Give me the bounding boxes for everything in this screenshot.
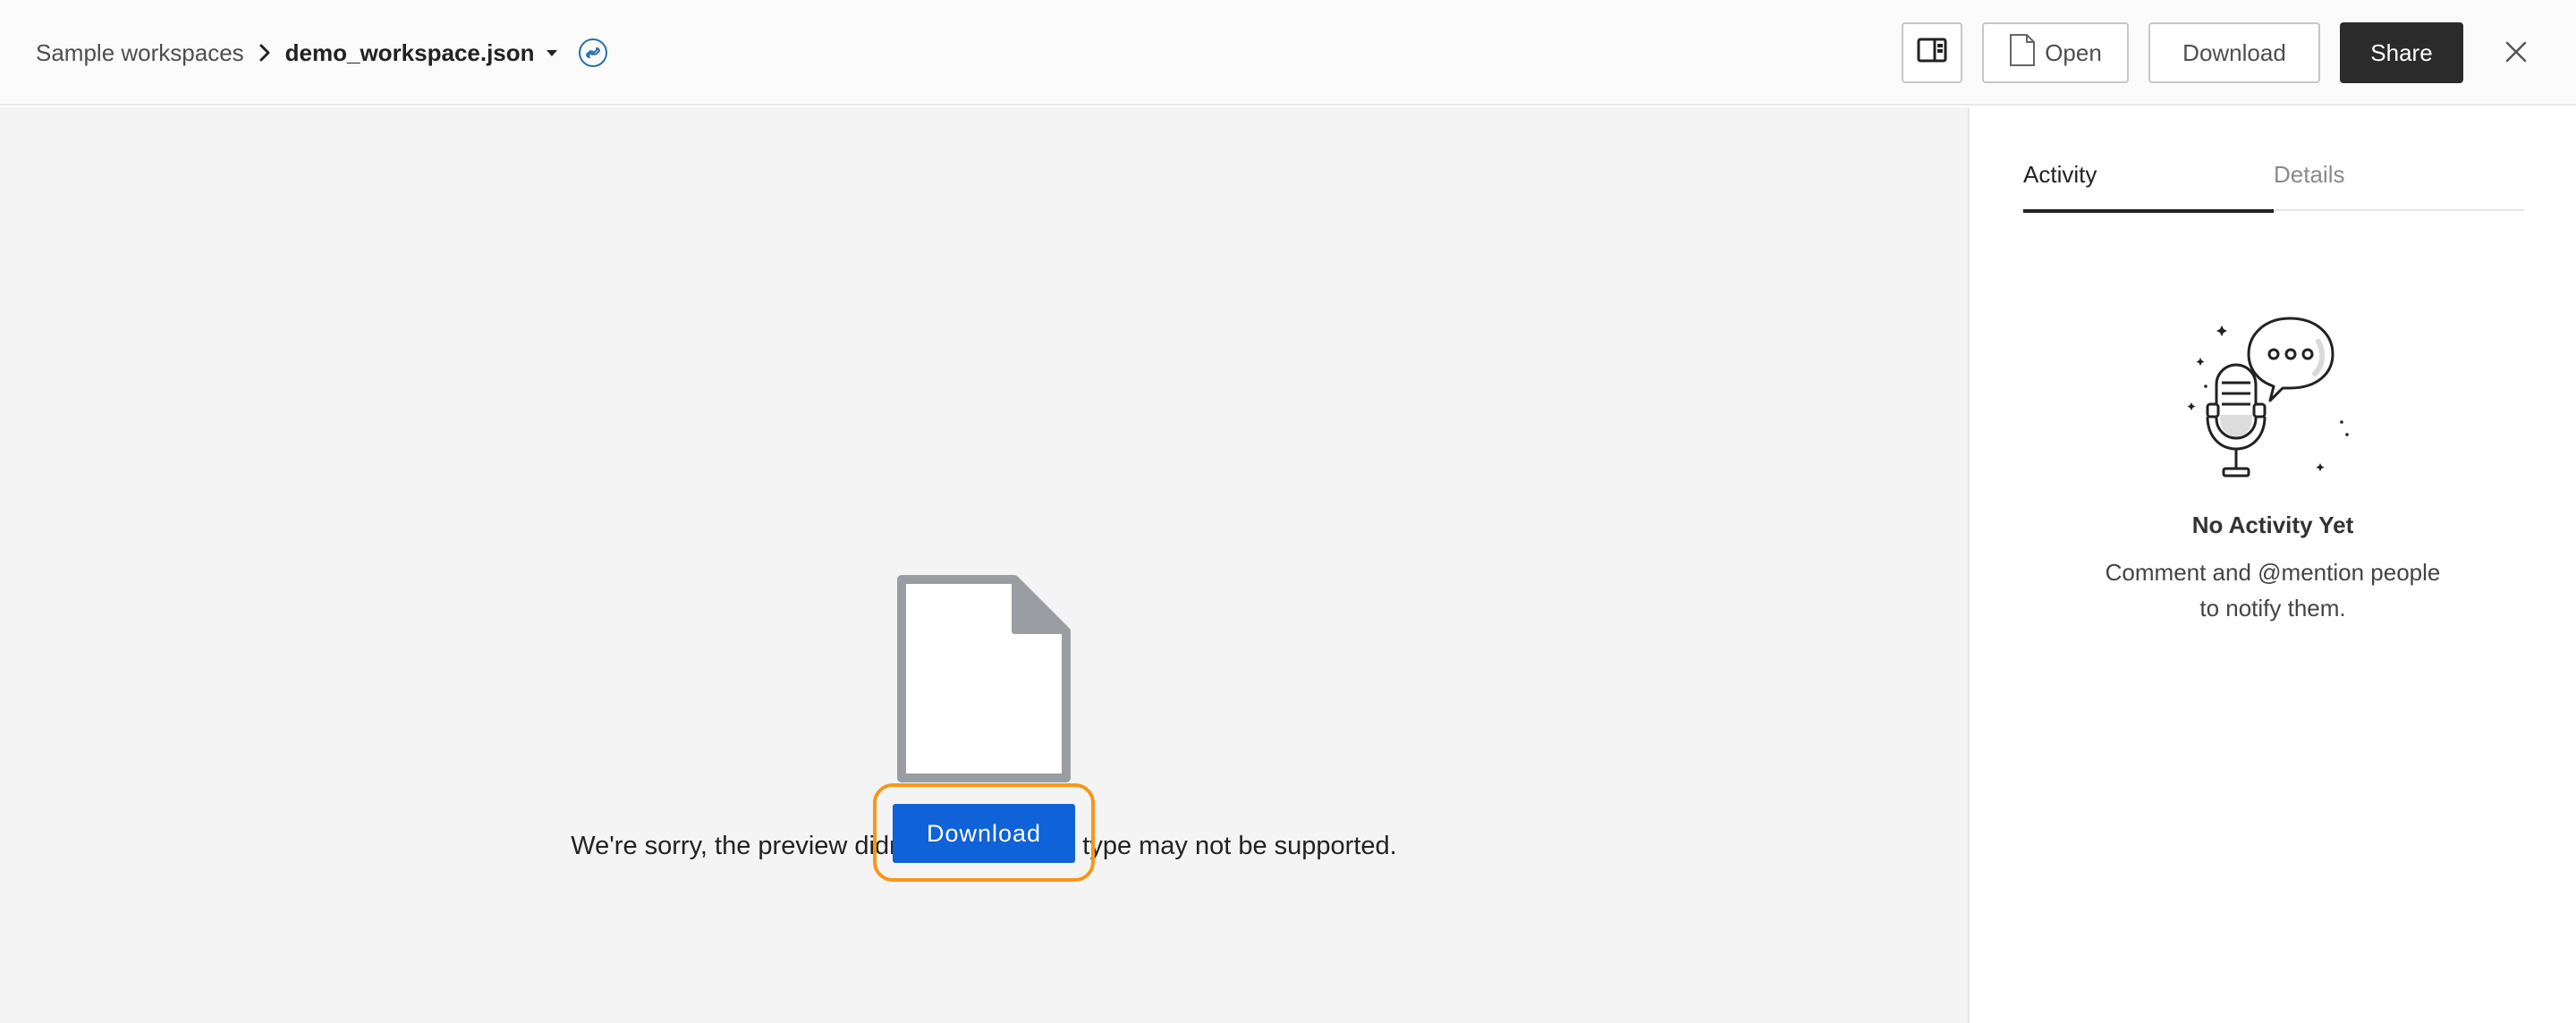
document-icon bbox=[2009, 33, 2045, 73]
file-icon bbox=[896, 574, 1072, 788]
breadcrumb-parent-link[interactable]: Sample workspaces bbox=[36, 39, 244, 67]
empty-state-title: No Activity Yet bbox=[2191, 512, 2354, 538]
header-actions: Open Download Share bbox=[1902, 0, 2576, 106]
close-button[interactable] bbox=[2494, 30, 2538, 75]
link-icon[interactable] bbox=[578, 38, 608, 68]
empty-state-description-line-1: Comment and @mention people bbox=[2105, 559, 2441, 586]
share-button[interactable]: Share bbox=[2340, 22, 2463, 83]
tab-activity[interactable]: Activity bbox=[2023, 152, 2274, 213]
microphone-speech-bubble-icon bbox=[2184, 315, 2354, 489]
preview-area: We're sorry, the preview didn't load. Th… bbox=[0, 107, 1968, 1023]
sidebar-toggle-icon bbox=[1917, 38, 1947, 69]
open-button-label: Open bbox=[2045, 38, 2102, 66]
breadcrumb: Sample workspaces demo_workspace.json bbox=[36, 0, 608, 106]
activity-sidebar: Activity Details No Activity Yet Comment… bbox=[1970, 107, 2576, 1023]
caret-down-icon[interactable] bbox=[546, 48, 558, 57]
tab-details[interactable]: Details bbox=[2274, 152, 2453, 211]
sidebar-tabs: Activity Details bbox=[2023, 152, 2524, 213]
header-download-button[interactable]: Download bbox=[2148, 22, 2320, 83]
chevron-right-icon bbox=[258, 43, 271, 63]
empty-state-description-line-2: to notify them. bbox=[2199, 595, 2346, 621]
open-button[interactable]: Open bbox=[1982, 22, 2129, 83]
empty-state-description: Comment and @mention people to notify th… bbox=[1970, 554, 2576, 626]
toggle-sidebar-button[interactable] bbox=[1902, 22, 1962, 83]
close-icon bbox=[2504, 40, 2528, 66]
file-name-title[interactable]: demo_workspace.json bbox=[285, 39, 535, 67]
preview-download-button[interactable]: Download bbox=[893, 804, 1075, 863]
top-header: Sample workspaces demo_workspace.json Op… bbox=[0, 0, 2576, 106]
